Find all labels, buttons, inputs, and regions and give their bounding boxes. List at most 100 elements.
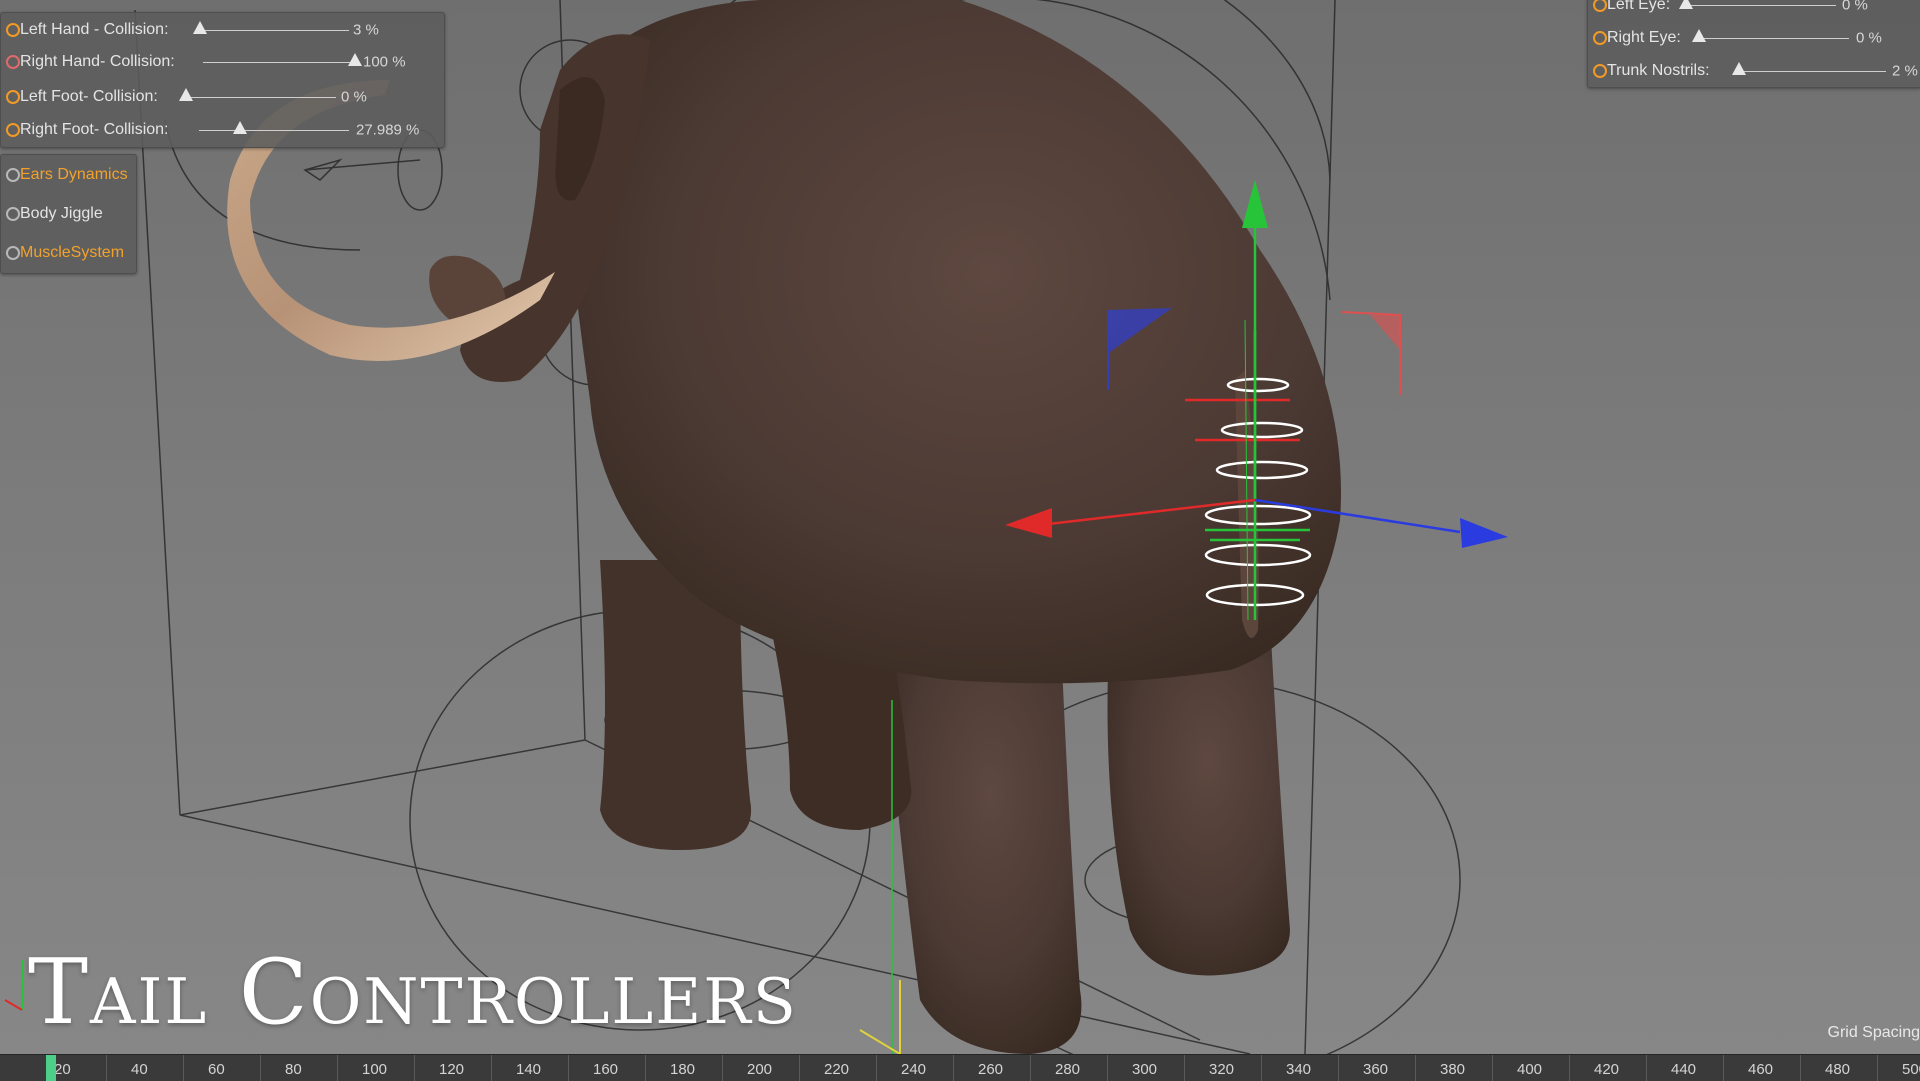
timeline-tick-mark bbox=[1107, 1055, 1108, 1081]
left-foot-collision-slider-track[interactable] bbox=[186, 97, 336, 98]
timeline-tick-mark bbox=[1261, 1055, 1262, 1081]
dynamics-item-muscle-system[interactable]: MuscleSystem bbox=[1, 234, 136, 272]
3d-viewport[interactable]: Left Hand - Collision: 3 % Right Hand- C… bbox=[0, 0, 1920, 1054]
timeline-tick-mark bbox=[1415, 1055, 1416, 1081]
left-eye-value: 0 % bbox=[1842, 0, 1868, 14]
right-foot-toggle-radio[interactable] bbox=[6, 123, 20, 137]
face-panel: Left Eye: 0 % Right Eye: 0 % Trunk Nostr… bbox=[1587, 0, 1920, 88]
timeline-tick-mark bbox=[876, 1055, 877, 1081]
grid-spacing-label: Grid Spacing bbox=[1828, 1024, 1920, 1042]
timeline-tick-label: 120 bbox=[439, 1061, 464, 1078]
right-foot-collision-value: 27.989 % bbox=[356, 122, 419, 139]
collision-row-left-hand[interactable]: Left Hand - Collision: 3 % bbox=[1, 14, 444, 46]
mammoth-model[interactable] bbox=[227, 0, 1341, 1054]
left-hand-collision-slider-thumb[interactable] bbox=[193, 21, 207, 34]
timeline-tick-mark bbox=[260, 1055, 261, 1081]
timeline-ticks[interactable]: 2040608010012014016018020022024026028030… bbox=[0, 1055, 1920, 1081]
timeline-tick-label: 140 bbox=[516, 1061, 541, 1078]
collision-row-right-foot[interactable]: Right Foot- Collision: 27.989 % bbox=[1, 114, 444, 146]
timeline-tick-mark bbox=[1723, 1055, 1724, 1081]
timeline-tick-mark bbox=[799, 1055, 800, 1081]
body-jiggle-radio[interactable] bbox=[6, 207, 20, 221]
timeline-tick-label: 220 bbox=[824, 1061, 849, 1078]
right-hand-collision-slider-track[interactable] bbox=[203, 62, 353, 63]
right-foot-collision-slider-thumb[interactable] bbox=[233, 121, 247, 134]
left-eye-slider-track[interactable] bbox=[1686, 5, 1836, 6]
muscle-system-radio[interactable] bbox=[6, 246, 20, 260]
timeline-tick-label: 500 bbox=[1902, 1061, 1920, 1078]
ears-dynamics-radio[interactable] bbox=[6, 168, 20, 182]
muscle-system-label: MuscleSystem bbox=[20, 244, 124, 262]
timeline-tick-mark bbox=[491, 1055, 492, 1081]
right-hand-collision-value: 100 % bbox=[363, 54, 406, 71]
timeline-tick-mark bbox=[1492, 1055, 1493, 1081]
right-hand-collision-slider-thumb[interactable] bbox=[348, 53, 362, 66]
timeline-tick-label: 200 bbox=[747, 1061, 772, 1078]
timeline-tick-label: 420 bbox=[1594, 1061, 1619, 1078]
right-foot-collision-label: Right Foot- Collision: bbox=[20, 121, 169, 139]
timeline-tick-label: 440 bbox=[1671, 1061, 1696, 1078]
left-foot-collision-value: 0 % bbox=[341, 89, 367, 106]
viewport-scene[interactable] bbox=[0, 0, 1920, 1054]
trunk-nostrils-slider-track[interactable] bbox=[1736, 71, 1886, 72]
left-hand-collision-label: Left Hand - Collision: bbox=[20, 21, 169, 39]
left-hand-collision-slider-track[interactable] bbox=[199, 30, 349, 31]
timeline-tick-mark bbox=[1184, 1055, 1185, 1081]
timeline-tick-label: 20 bbox=[54, 1061, 71, 1078]
timeline-tick-label: 480 bbox=[1825, 1061, 1850, 1078]
timeline-tick-label: 400 bbox=[1517, 1061, 1542, 1078]
timeline-tick-mark bbox=[568, 1055, 569, 1081]
timeline-tick-label: 180 bbox=[670, 1061, 695, 1078]
timeline-tick-label: 260 bbox=[978, 1061, 1003, 1078]
trunk-nostrils-radio[interactable] bbox=[1593, 64, 1607, 78]
face-row-trunk-nostrils[interactable]: Trunk Nostrils: 2 % bbox=[1588, 55, 1920, 87]
right-eye-radio[interactable] bbox=[1593, 31, 1607, 45]
timeline-tick-label: 80 bbox=[285, 1061, 302, 1078]
timeline-tick-mark bbox=[953, 1055, 954, 1081]
collision-row-left-foot[interactable]: Left Foot- Collision: 0 % bbox=[1, 81, 444, 113]
right-hand-toggle-radio[interactable] bbox=[6, 55, 20, 69]
timeline-tick-label: 280 bbox=[1055, 1061, 1080, 1078]
dynamics-panel: Ears Dynamics Body Jiggle MuscleSystem bbox=[0, 154, 137, 274]
timeline-tick-mark bbox=[722, 1055, 723, 1081]
left-foot-toggle-radio[interactable] bbox=[6, 90, 20, 104]
timeline-tick-mark bbox=[337, 1055, 338, 1081]
right-eye-slider-thumb[interactable] bbox=[1692, 29, 1706, 42]
timeline-tick-mark bbox=[1569, 1055, 1570, 1081]
left-hand-collision-value: 3 % bbox=[353, 22, 379, 39]
timeline-tick-label: 360 bbox=[1363, 1061, 1388, 1078]
timeline-tick-label: 160 bbox=[593, 1061, 618, 1078]
face-row-left-eye[interactable]: Left Eye: 0 % bbox=[1588, 0, 1920, 21]
right-hand-collision-label: Right Hand- Collision: bbox=[20, 53, 175, 71]
timeline-tick-mark bbox=[1338, 1055, 1339, 1081]
trunk-nostrils-label: Trunk Nostrils: bbox=[1607, 62, 1710, 80]
collision-row-right-hand[interactable]: Right Hand- Collision: 100 % bbox=[1, 46, 444, 78]
left-eye-radio[interactable] bbox=[1593, 0, 1607, 12]
timeline-tick-mark bbox=[183, 1055, 184, 1081]
collision-panel: Left Hand - Collision: 3 % Right Hand- C… bbox=[0, 12, 445, 148]
timeline-ruler[interactable]: 2040608010012014016018020022024026028030… bbox=[0, 1054, 1920, 1081]
timeline-tick-label: 240 bbox=[901, 1061, 926, 1078]
face-row-right-eye[interactable]: Right Eye: 0 % bbox=[1588, 22, 1920, 54]
left-hand-toggle-radio[interactable] bbox=[6, 23, 20, 37]
timeline-tick-label: 460 bbox=[1748, 1061, 1773, 1078]
right-foot-collision-slider-track[interactable] bbox=[199, 130, 349, 131]
ears-dynamics-label: Ears Dynamics bbox=[20, 166, 128, 184]
timeline-tick-mark bbox=[414, 1055, 415, 1081]
timeline-tick-mark bbox=[1800, 1055, 1801, 1081]
right-eye-slider-track[interactable] bbox=[1699, 38, 1849, 39]
timeline-tick-mark bbox=[1030, 1055, 1031, 1081]
right-eye-label: Right Eye: bbox=[1607, 29, 1681, 47]
dynamics-item-ears[interactable]: Ears Dynamics bbox=[1, 156, 136, 194]
timeline-tick-label: 340 bbox=[1286, 1061, 1311, 1078]
body-jiggle-label: Body Jiggle bbox=[20, 205, 103, 223]
dynamics-item-body-jiggle[interactable]: Body Jiggle bbox=[1, 195, 136, 233]
timeline-tick-mark bbox=[1646, 1055, 1647, 1081]
timeline-tick-label: 380 bbox=[1440, 1061, 1465, 1078]
trunk-nostrils-slider-thumb[interactable] bbox=[1732, 62, 1746, 75]
left-foot-collision-slider-thumb[interactable] bbox=[179, 88, 193, 101]
timeline-tick-mark bbox=[106, 1055, 107, 1081]
current-frame-marker[interactable] bbox=[46, 1055, 56, 1081]
tutorial-caption: Tail Controllers bbox=[28, 940, 798, 1045]
left-eye-slider-thumb[interactable] bbox=[1679, 0, 1693, 9]
